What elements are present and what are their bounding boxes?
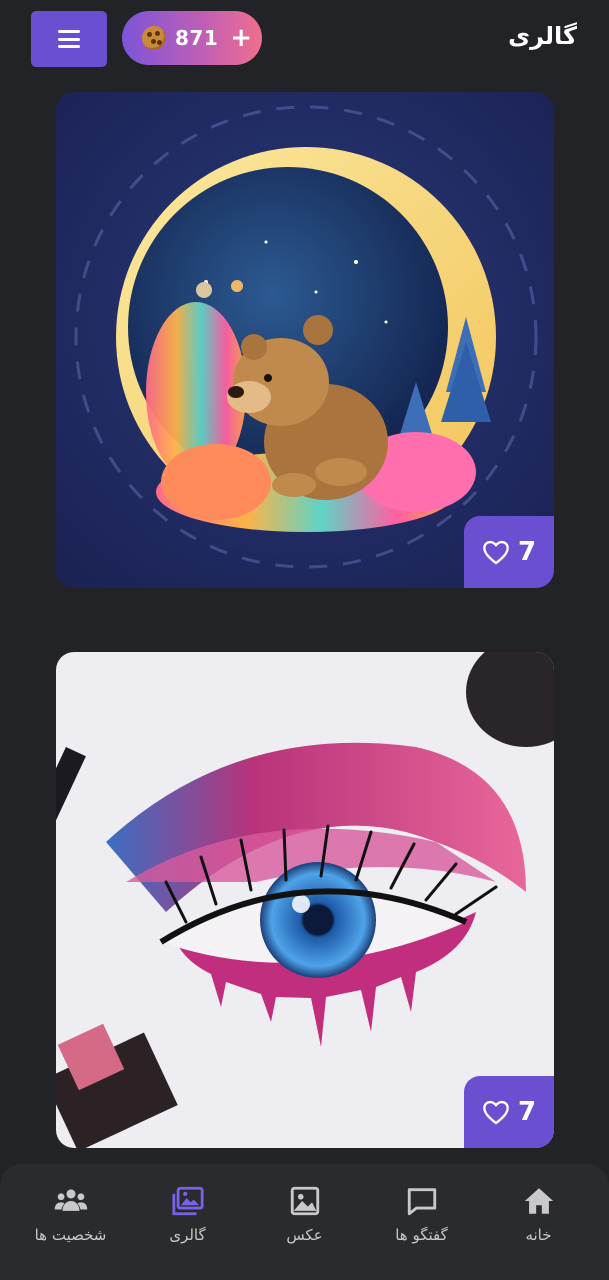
home-icon xyxy=(524,1188,553,1214)
page-title: گالری xyxy=(508,22,577,50)
gallery-card[interactable]: 7 xyxy=(56,92,554,588)
nav-label: خانه xyxy=(525,1226,552,1244)
image-icon xyxy=(290,1186,319,1216)
bear-moon-artwork xyxy=(56,92,554,588)
gallery-page: 871 + گالری 7 7 خانه گفتگو ها عکس گالری … xyxy=(0,0,609,1280)
like-count: 7 xyxy=(517,537,537,567)
hamburger-menu-icon xyxy=(58,30,80,48)
nav-item-gallery[interactable]: گالری xyxy=(133,1184,243,1280)
top-bar: 871 + گالری xyxy=(0,0,609,80)
cookie-icon xyxy=(142,26,166,50)
like-button[interactable]: 7 xyxy=(464,516,554,588)
credits-pill[interactable]: 871 + xyxy=(122,11,262,65)
like-button[interactable]: 7 xyxy=(464,1076,554,1148)
nav-label: شخصیت ها xyxy=(34,1226,107,1244)
gallery-card[interactable]: 7 xyxy=(56,652,554,1148)
nav-item-home[interactable]: خانه xyxy=(484,1184,594,1280)
gallery-icon xyxy=(171,1186,204,1216)
add-credits-icon[interactable]: + xyxy=(230,25,252,51)
nav-item-characters[interactable]: شخصیت ها xyxy=(16,1184,126,1280)
menu-button[interactable] xyxy=(31,11,107,67)
nav-label: عکس xyxy=(286,1226,323,1244)
heart-outline-icon xyxy=(483,1100,509,1125)
chat-bubble-icon xyxy=(407,1188,436,1216)
nav-label: گالری xyxy=(169,1226,206,1244)
eye-makeup-artwork xyxy=(56,652,554,1148)
nav-item-photo[interactable]: عکس xyxy=(250,1184,360,1280)
heart-outline-icon xyxy=(483,540,509,565)
nav-item-chats[interactable]: گفتگو ها xyxy=(367,1184,477,1280)
bottom-navigation: خانه گفتگو ها عکس گالری شخصیت ها xyxy=(0,1164,609,1280)
nav-label: گفتگو ها xyxy=(395,1226,448,1244)
credits-count: 871 xyxy=(175,26,219,50)
like-count: 7 xyxy=(517,1097,537,1127)
people-icon xyxy=(54,1189,87,1211)
